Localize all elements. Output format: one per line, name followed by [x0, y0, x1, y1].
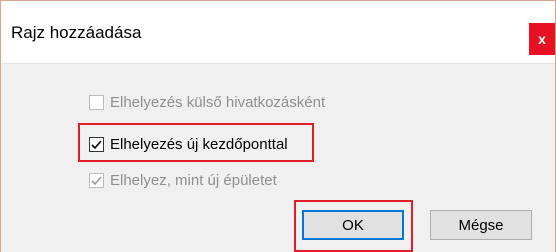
option-new-building-label: Elhelyez, mint új épületet	[110, 172, 277, 189]
title-bar[interactable]: Rajz hozzáadása x	[1, 1, 555, 63]
dialog-body: Elhelyezés külső hivatkozásként Elhelyez…	[1, 63, 555, 252]
checkbox-external-reference[interactable]	[89, 95, 104, 110]
cancel-button[interactable]: Mégse	[430, 210, 532, 240]
checkbox-new-building[interactable]	[89, 173, 104, 188]
dialog-title: Rajz hozzáadása	[11, 23, 142, 42]
highlight-box-ok	[294, 200, 413, 252]
option-external-reference[interactable]: Elhelyezés külső hivatkozásként	[89, 94, 325, 111]
option-new-building[interactable]: Elhelyez, mint új épületet	[89, 172, 277, 189]
option-external-reference-label: Elhelyezés külső hivatkozásként	[110, 94, 326, 111]
highlight-box-option	[78, 123, 314, 162]
close-button[interactable]: x	[529, 23, 555, 55]
close-icon: x	[538, 31, 546, 47]
dialog-window: Rajz hozzáadása x Elhelyezés külső hivat…	[0, 0, 556, 252]
checkmark-icon	[91, 176, 102, 186]
